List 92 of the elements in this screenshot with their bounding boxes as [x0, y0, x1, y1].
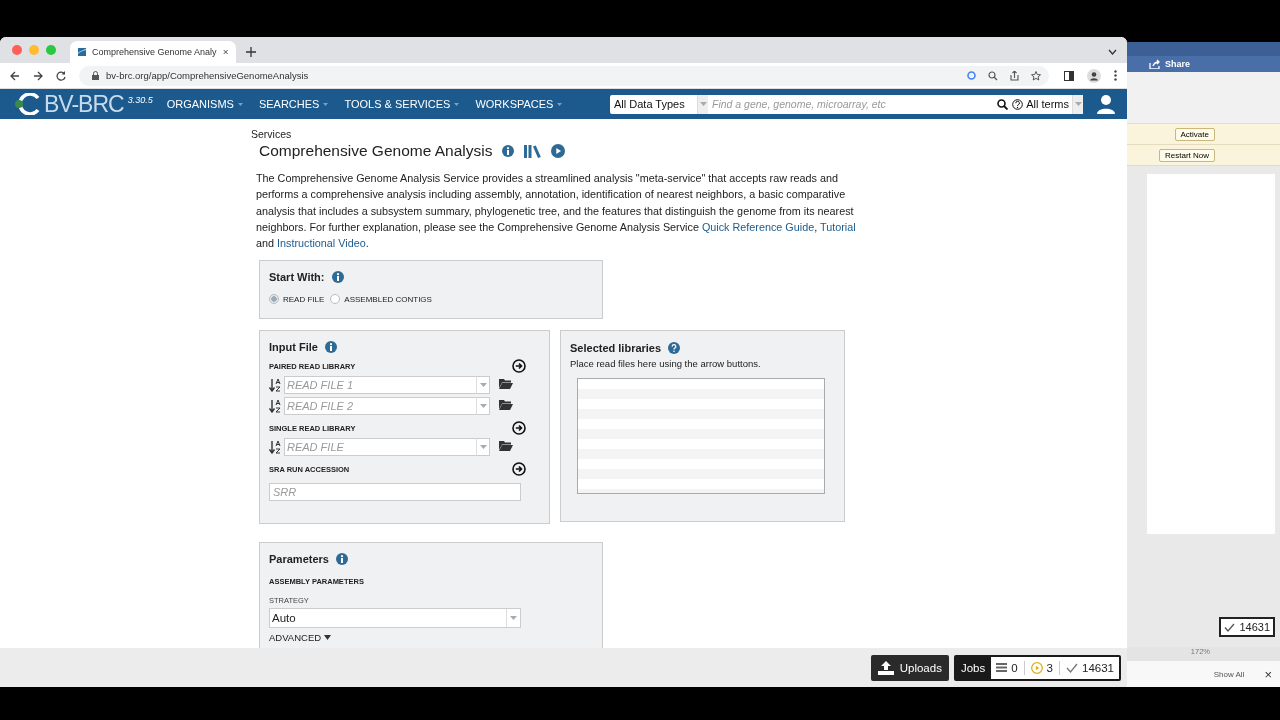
radio-label[interactable]: ASSEMBLED CONTIGS	[344, 295, 432, 304]
library-icon[interactable]	[524, 144, 542, 158]
arrow-right-circle-icon[interactable]	[512, 462, 526, 477]
caret-icon	[454, 102, 460, 106]
radio-label[interactable]: READ FILE	[283, 295, 325, 304]
running-count: 3	[1046, 661, 1053, 674]
upload-icon	[877, 660, 894, 675]
jobs-status-bar[interactable]: Jobs 0 3 14631	[953, 654, 1121, 681]
panel-hint: Place read files here using the arrow buttons.	[570, 358, 762, 370]
caret-icon	[557, 102, 563, 106]
uploads-button[interactable]: Uploads	[870, 654, 949, 681]
lock-icon	[92, 71, 99, 80]
breadcrumb[interactable]: Services	[251, 128, 871, 140]
nav-menu[interactable]: ORGANISMS	[166, 98, 243, 110]
star-icon[interactable]	[1031, 70, 1041, 81]
service-description: The Comprehensive Genome Analysis Service provides a streamlined analysis "meta-service" that accepts raw reads and performs a comprehensive analysis including assembly, annotation, identification of nearest neighbors, a basic comparative analysis that includes a subsystem summary, phylogenetic tree, and the features that distinguish the genome from its nearest neighbors. For further explanation, please see the Comprehensive Genome Analysis Service Quick Reference Guide, Tutorial and Instructional Video.	[256, 171, 857, 252]
sort-icon[interactable]	[269, 400, 281, 413]
play-icon[interactable]	[551, 144, 566, 158]
share-icon[interactable]	[1010, 70, 1019, 81]
more-icon[interactable]	[1114, 70, 1117, 81]
close-icon[interactable]	[222, 48, 228, 56]
caret-icon	[479, 445, 487, 450]
info-icon[interactable]	[502, 145, 515, 157]
chevron-down-icon[interactable]	[1108, 49, 1117, 55]
strategy-dropdown[interactable]: Auto	[269, 608, 521, 629]
data-type-dropdown[interactable]: All Data Types	[610, 94, 697, 114]
job-count: 14631	[1239, 621, 1270, 633]
nav-menu[interactable]: WORKSPACES	[475, 98, 563, 110]
site-favicon-icon	[78, 46, 87, 58]
folder-icon[interactable]	[499, 440, 513, 451]
address-bar[interactable]: bv-brc.org/app/ComprehensiveGenomeAnalysis	[79, 65, 1049, 86]
panel-title: Selected libraries	[570, 342, 662, 355]
info-icon[interactable]	[331, 271, 344, 284]
description-link[interactable]: Instructional Video	[277, 237, 366, 250]
completed-count: 14631	[1082, 661, 1114, 674]
panel-title: Input File	[269, 341, 318, 354]
caret-icon	[1074, 102, 1082, 106]
show-all-link[interactable]: Show All	[1213, 669, 1245, 679]
user-icon[interactable]	[1097, 94, 1115, 114]
radio-button[interactable]	[330, 294, 341, 305]
back-icon[interactable]	[10, 70, 20, 81]
panel-title: Parameters	[269, 553, 329, 566]
checkmark-icon	[1066, 662, 1078, 673]
play-circle-icon	[1030, 661, 1043, 674]
caret-icon	[510, 616, 517, 621]
checkmark-icon	[1224, 622, 1236, 632]
search-icon[interactable]	[995, 94, 1011, 114]
file-select-field[interactable]: READ FILE 1	[284, 376, 476, 395]
sort-icon[interactable]	[269, 441, 281, 454]
nav-menu[interactable]: SEARCHES	[258, 98, 329, 110]
restart-now-button[interactable]: Restart Now	[1159, 148, 1215, 162]
description-link[interactable]: Tutorial	[819, 220, 856, 233]
google-icon[interactable]	[967, 71, 976, 80]
caret-icon	[699, 102, 707, 106]
caret-icon	[479, 383, 487, 388]
version-label: 3.30.5	[127, 95, 153, 105]
share-icon	[1149, 59, 1161, 69]
radio-button[interactable]	[269, 294, 279, 305]
queued-count: 0	[1011, 661, 1018, 674]
file-select-field[interactable]: READ FILE	[284, 438, 476, 457]
info-icon[interactable]	[335, 553, 348, 566]
file-select-field[interactable]: READ FILE 2	[284, 397, 476, 416]
profile-icon[interactable]	[1087, 68, 1101, 83]
advanced-toggle[interactable]: ADVANCED	[269, 632, 593, 644]
nav-menu[interactable]: TOOLS & SERVICES	[344, 98, 460, 110]
reload-icon[interactable]	[56, 70, 66, 81]
caret-icon	[323, 102, 329, 106]
forward-icon[interactable]	[33, 70, 43, 81]
arrow-right-circle-icon[interactable]	[512, 359, 526, 374]
sidebar-icon[interactable]	[1064, 70, 1074, 81]
close-button[interactable]: ×	[1264, 666, 1272, 682]
zoom-icon[interactable]	[988, 70, 998, 81]
folder-icon[interactable]	[499, 378, 513, 389]
panel-title: Start With:	[269, 271, 325, 284]
site-logo[interactable]: BV-BRC	[44, 91, 124, 117]
caret-icon	[479, 404, 487, 409]
caret-icon	[237, 102, 243, 106]
share-button[interactable]: Share	[1149, 59, 1190, 69]
queue-icon	[996, 663, 1008, 672]
browser-tab[interactable]: Comprehensive Genome Analy	[70, 41, 236, 63]
help-icon[interactable]	[668, 342, 681, 355]
plus-icon[interactable]	[246, 47, 256, 57]
search-field[interactable]: Find a gene, genome, microarray, etc	[708, 94, 996, 114]
folder-icon[interactable]	[499, 399, 513, 410]
page-title: Comprehensive Genome Analysis	[259, 142, 493, 160]
sort-icon[interactable]	[269, 379, 281, 392]
caret-icon	[324, 635, 332, 641]
search-terms-dropdown[interactable]: All terms	[1025, 94, 1072, 114]
info-icon[interactable]	[324, 341, 337, 354]
arrow-right-circle-icon[interactable]	[512, 421, 526, 436]
activate-button[interactable]: Activate	[1174, 127, 1215, 141]
accession-field[interactable]: SRR	[269, 483, 521, 502]
